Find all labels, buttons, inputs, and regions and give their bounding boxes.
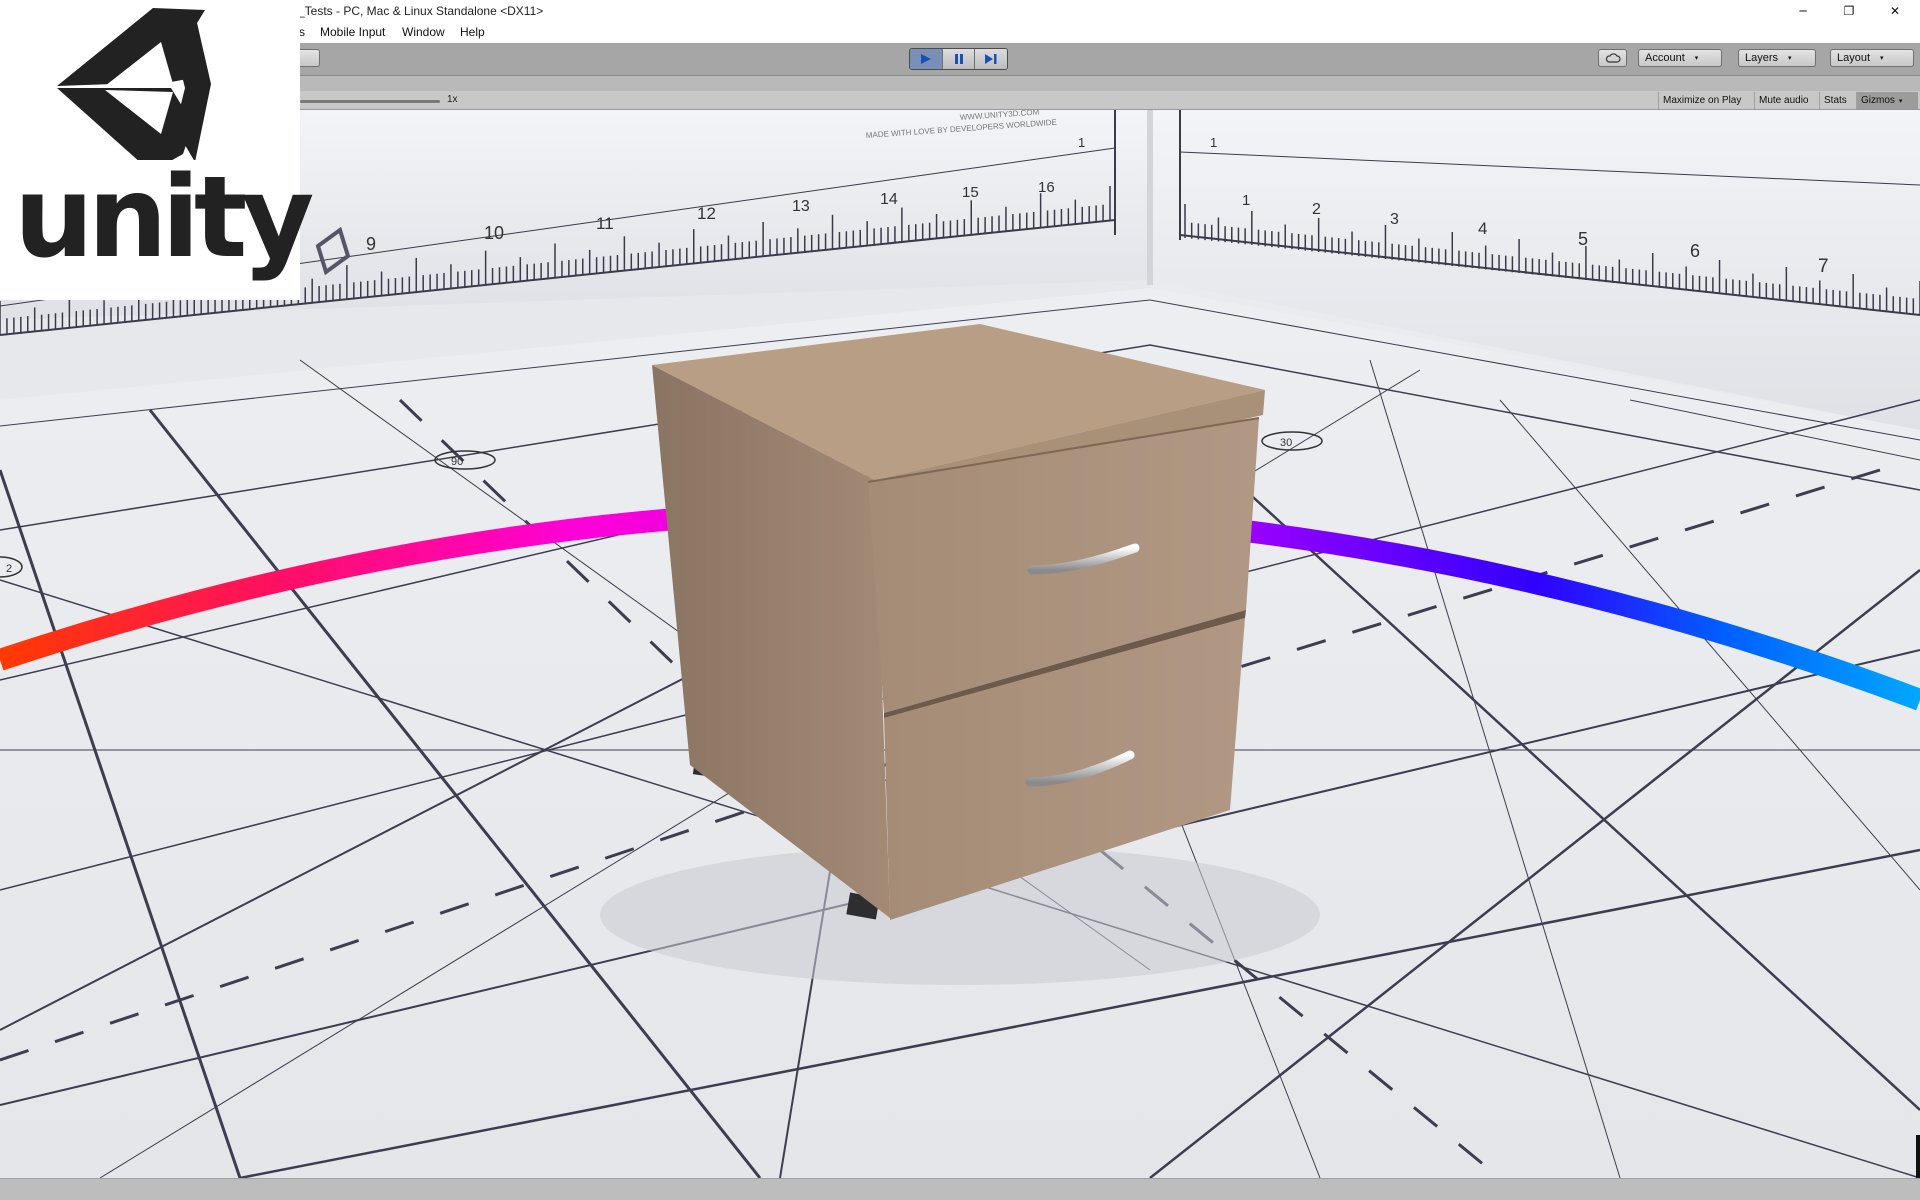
unity-cube-icon [57, 8, 211, 160]
pause-icon [954, 54, 963, 64]
scale-value: 1x [447, 94, 458, 105]
ruler-number-9: 9 [366, 234, 376, 254]
ruler-number-r5: 5 [1578, 229, 1588, 249]
ruler-number-11: 11 [596, 214, 614, 233]
mute-audio-toggle[interactable]: Mute audio [1754, 92, 1812, 109]
left-ruler-top-number: 1 [1078, 135, 1085, 150]
ruler-number-r7: 7 [1818, 256, 1829, 277]
viewport-edge-marker [1916, 1135, 1920, 1178]
restore-button[interactable]: ❐ [1826, 0, 1872, 22]
play-button[interactable] [910, 49, 942, 69]
ruler-number-r6: 6 [1690, 241, 1700, 261]
right-ruler-top-number: 1 [1210, 135, 1217, 150]
ruler-number-r3: 3 [1390, 211, 1399, 228]
unity-wordmark: unity [14, 153, 314, 283]
unity-logo: unity [0, 0, 314, 300]
scale-slider[interactable] [300, 100, 440, 103]
status-bar [0, 1178, 1920, 1200]
close-button[interactable]: ✕ [1872, 0, 1918, 22]
chevron-down-icon: ▾ [1880, 55, 1884, 62]
minimize-button[interactable]: ─ [1780, 0, 1826, 22]
play-icon [920, 54, 931, 64]
ruler-number-16: 16 [1038, 179, 1055, 196]
ruler-number-13: 13 [792, 198, 810, 215]
layout-label: Layout [1837, 52, 1871, 64]
cloud-icon [1605, 53, 1621, 63]
step-button[interactable] [974, 49, 1007, 69]
ruler-number-r4: 4 [1478, 219, 1487, 238]
maximize-on-play-toggle[interactable]: Maximize on Play [1658, 92, 1745, 109]
gizmos-label: Gizmos [1861, 95, 1895, 106]
window-title: _Tests - PC, Mac & Linux Standalone <DX1… [298, 4, 544, 18]
chevron-down-icon: ▾ [1788, 55, 1792, 62]
ruler-number-15: 15 [962, 184, 979, 201]
stats-toggle[interactable]: Stats [1819, 92, 1851, 109]
ruler-number-12: 12 [697, 204, 716, 223]
chevron-down-icon: ▾ [1898, 97, 1903, 105]
menu-item-help[interactable]: Help [460, 25, 485, 39]
layers-label: Layers [1745, 52, 1779, 64]
chevron-down-icon: ▾ [1694, 55, 1699, 62]
playback-controls [909, 48, 1008, 70]
ruler-number-r2: 2 [1312, 201, 1321, 218]
floor-marker-edge: 2 [6, 563, 12, 575]
layers-dropdown[interactable]: Layers ▾ [1738, 49, 1816, 67]
ruler-number-14: 14 [880, 191, 898, 208]
menu-item-window[interactable]: Window [402, 25, 445, 39]
pause-button[interactable] [941, 49, 975, 69]
floor-marker-left: 90 [451, 456, 463, 468]
gizmos-dropdown[interactable]: Gizmos ▾ [1856, 92, 1918, 109]
step-icon [985, 54, 997, 64]
collab-cloud-button[interactable] [1598, 49, 1627, 67]
ruler-number-r1: 1 [1242, 192, 1250, 209]
account-dropdown[interactable]: Account ▾ [1638, 49, 1722, 67]
nightstand-model [600, 324, 1320, 985]
ruler-number-10: 10 [484, 223, 504, 243]
floor-marker-right: 30 [1280, 437, 1292, 449]
layout-dropdown[interactable]: Layout ▾ [1830, 49, 1914, 67]
menu-item-mobile-input[interactable]: Mobile Input [320, 25, 385, 39]
account-label: Account [1645, 52, 1685, 64]
